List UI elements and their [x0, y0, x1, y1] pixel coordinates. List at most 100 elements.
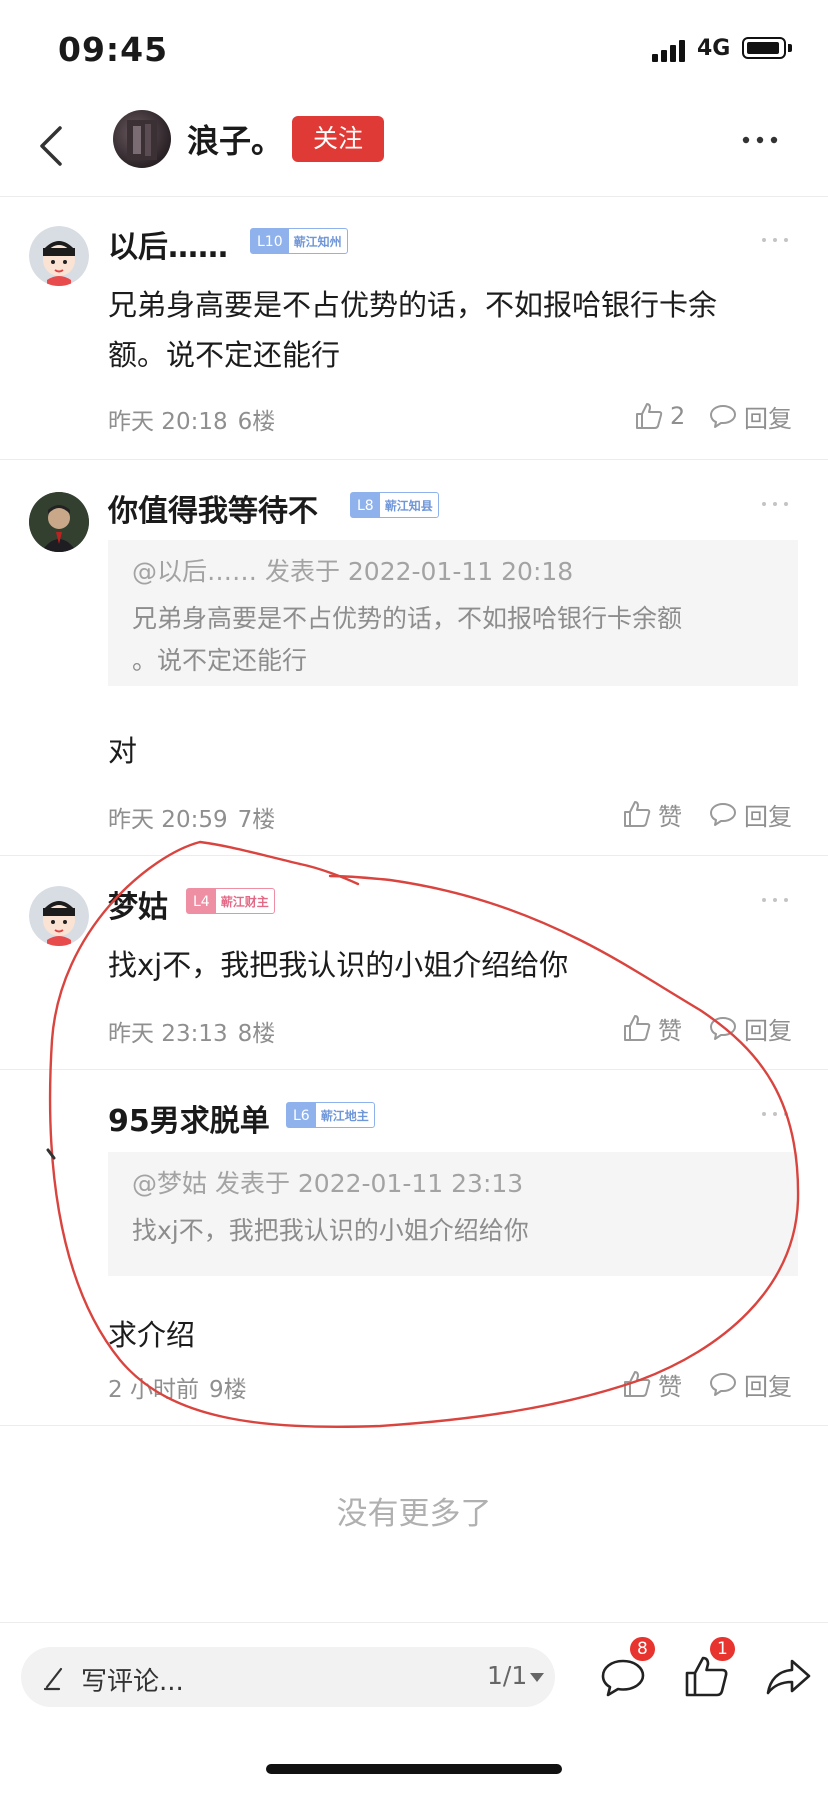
avatar[interactable]: [29, 886, 89, 946]
reply-icon: [710, 803, 736, 826]
level-number: L6: [287, 1103, 316, 1127]
content-line: 找xj不，我把我认识的小姐介绍给你: [108, 948, 569, 982]
like-label: 赞: [658, 1016, 682, 1045]
divider: [0, 1425, 828, 1426]
content-line: 兄弟身高要是不占优势的话，不如报哈银行卡余: [108, 288, 718, 322]
reply-icon: [710, 405, 736, 428]
avatar[interactable]: [29, 226, 89, 286]
like-button[interactable]: 赞: [622, 1010, 682, 1046]
comment-count-badge: 8: [630, 1637, 655, 1661]
reply-label: 回复: [744, 404, 792, 433]
level-number: L8: [351, 493, 380, 517]
comment-time: 昨天 20:18: [108, 409, 228, 435]
level-badge: L4 蕲江财主: [186, 888, 275, 914]
more-icon[interactable]: [740, 134, 780, 146]
status-time: 09:45: [58, 30, 169, 69]
quote-line: 找xj不，我把我认识的小姐介绍给你: [132, 1216, 529, 1245]
like-button[interactable]: 2: [634, 398, 685, 434]
comment-content: 找xj不，我把我认识的小姐介绍给你: [108, 940, 798, 990]
like-count: 2: [670, 402, 686, 430]
level-title: 蕲江财主: [220, 895, 269, 909]
reply-button[interactable]: 回复: [708, 796, 792, 832]
nav-bar: 浪子。 关注: [0, 96, 828, 197]
quote-line: 兄弟身高要是不占优势的话，不如报哈银行卡余额: [132, 604, 683, 633]
comment-meta: 昨天 20:59 7楼: [108, 800, 275, 834]
quote-line: 。说不定还能行: [132, 646, 308, 675]
follow-button[interactable]: 关注: [292, 116, 384, 162]
status-bar: 09:45 4G: [0, 0, 828, 96]
username[interactable]: 以后……: [108, 222, 228, 266]
content-line: 对: [108, 734, 138, 768]
comment-meta: 2 小时前 9楼: [108, 1370, 247, 1404]
level-number: L4: [187, 889, 216, 913]
avatar[interactable]: [29, 1100, 89, 1160]
pen-icon: [43, 1667, 63, 1691]
level-badge: L6 蕲江地主: [286, 1102, 375, 1128]
floor-number: 8楼: [237, 1021, 276, 1047]
reply-label: 回复: [744, 1372, 792, 1401]
content-line: 求介绍: [108, 1318, 196, 1352]
quoted-comment: @以后…… 发表于 2022-01-11 20:18 兄弟身高要是不占优势的话，…: [108, 540, 798, 686]
comment-meta: 昨天 23:13 8楼: [108, 1014, 275, 1048]
signal-icon: [652, 38, 688, 62]
like-button[interactable]: 赞: [622, 796, 682, 832]
comment-content: 对: [108, 726, 798, 776]
more-options-icon[interactable]: [762, 238, 790, 246]
share-icon[interactable]: [764, 1653, 814, 1701]
like-label: 赞: [658, 802, 682, 831]
comment-content: 兄弟身高要是不占优势的话，不如报哈银行卡余 额。说不定还能行: [108, 280, 798, 380]
thumbs-up-icon: [636, 403, 663, 429]
comment-item: 95男求脱单 L6 蕲江地主 @梦姑 发表于 2022-01-11 23:13 …: [0, 1070, 828, 1426]
reply-label: 回复: [744, 802, 792, 831]
more-options-icon[interactable]: [762, 502, 790, 510]
thumbs-up-icon: [624, 801, 651, 827]
more-options-icon[interactable]: [762, 1112, 790, 1120]
battery-icon: [742, 37, 786, 59]
chevron-down-icon: [530, 1673, 544, 1682]
quote-header: @以后…… 发表于 2022-01-11 20:18: [132, 557, 574, 586]
level-badge: L10 蕲江知州: [250, 228, 348, 254]
username[interactable]: 95男求脱单: [108, 1096, 270, 1140]
comment-time: 2 小时前: [108, 1377, 199, 1403]
comment-input[interactable]: 写评论... 1/1: [21, 1647, 555, 1707]
quote-body: 找xj不，我把我认识的小姐介绍给你: [132, 1210, 774, 1252]
home-indicator: [266, 1764, 562, 1774]
thumbs-up-icon: [624, 1371, 651, 1397]
comment-meta: 昨天 20:18 6楼: [108, 402, 275, 436]
comment-item: 你值得我等待不 L8 蕲江知县 @以后…… 发表于 2022-01-11 20:…: [0, 460, 828, 856]
reply-button[interactable]: 回复: [708, 1010, 792, 1046]
floor-number: 9楼: [208, 1377, 247, 1403]
page-indicator[interactable]: 1/1: [487, 1661, 527, 1690]
level-title: 蕲江知县: [384, 499, 433, 513]
like-label: 赞: [658, 1372, 682, 1401]
more-options-icon[interactable]: [762, 898, 790, 906]
thumbs-up-icon: [624, 1015, 651, 1041]
username[interactable]: 梦姑: [108, 882, 168, 926]
level-number: L10: [251, 229, 289, 253]
level-title: 蕲江知州: [293, 235, 342, 249]
floor-number: 6楼: [237, 409, 276, 435]
comment-time: 昨天 20:59: [108, 807, 228, 833]
level-badge: L8 蕲江知县: [350, 492, 439, 518]
reply-label: 回复: [744, 1016, 792, 1045]
username[interactable]: 你值得我等待不: [108, 486, 318, 530]
quoted-comment: @梦姑 发表于 2022-01-11 23:13 找xj不，我把我认识的小姐介绍…: [108, 1152, 798, 1276]
comment-item: 梦姑 L4 蕲江财主 找xj不，我把我认识的小姐介绍给你 昨天 23:13 8楼 …: [0, 856, 828, 1070]
author-name[interactable]: 浪子。: [187, 116, 283, 162]
floor-number: 7楼: [237, 807, 276, 833]
quote-header: @梦姑 发表于 2022-01-11 23:13: [132, 1169, 524, 1198]
level-title: 蕲江地主: [320, 1109, 369, 1123]
like-button[interactable]: 赞: [622, 1366, 682, 1402]
no-more-text: 没有更多了: [336, 1496, 492, 1532]
back-icon[interactable]: [30, 120, 74, 172]
content-line: 额。说不定还能行: [108, 338, 341, 372]
reply-icon: [710, 1017, 736, 1040]
comment-placeholder: 写评论...: [81, 1667, 184, 1697]
reply-button[interactable]: 回复: [708, 1366, 792, 1402]
reply-button[interactable]: 回复: [708, 398, 792, 434]
like-count-badge: 1: [710, 1637, 735, 1661]
avatar[interactable]: [29, 492, 89, 552]
avatar[interactable]: [113, 110, 171, 168]
quote-body: 兄弟身高要是不占优势的话，不如报哈银行卡余额 。说不定还能行: [132, 598, 774, 682]
reply-icon: [710, 1373, 736, 1396]
